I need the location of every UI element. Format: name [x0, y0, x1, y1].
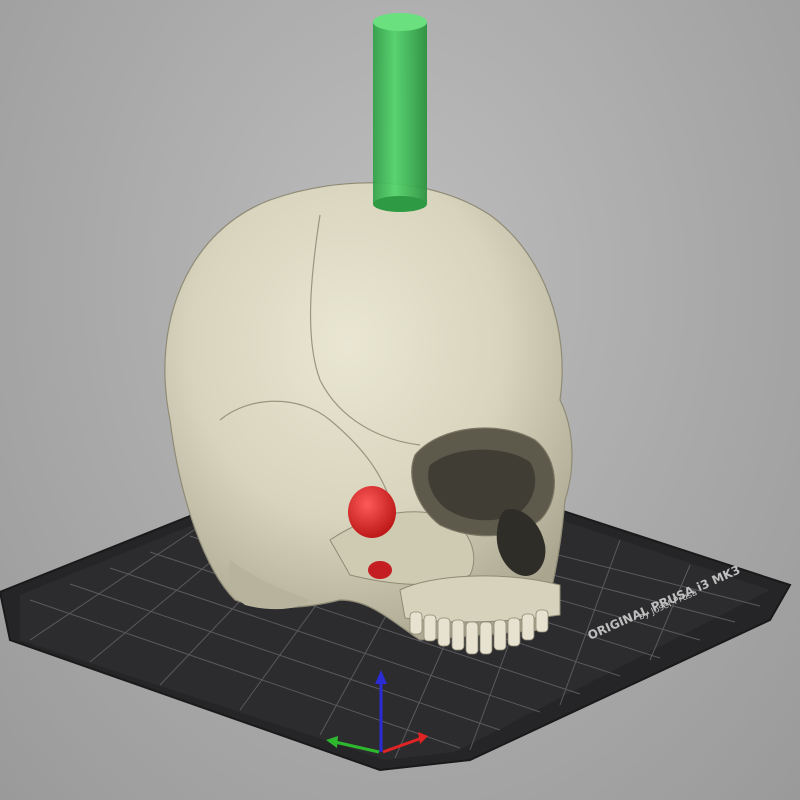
3d-viewport[interactable]: ORIGINAL PRUSA i3 MK3 by Josef Prusa [0, 0, 800, 800]
skull-model[interactable] [164, 182, 573, 655]
cylinder-modifier[interactable] [373, 13, 427, 212]
support-enforcer-marker[interactable] [348, 486, 396, 538]
scene-canvas[interactable]: ORIGINAL PRUSA i3 MK3 by Josef Prusa [0, 0, 800, 800]
